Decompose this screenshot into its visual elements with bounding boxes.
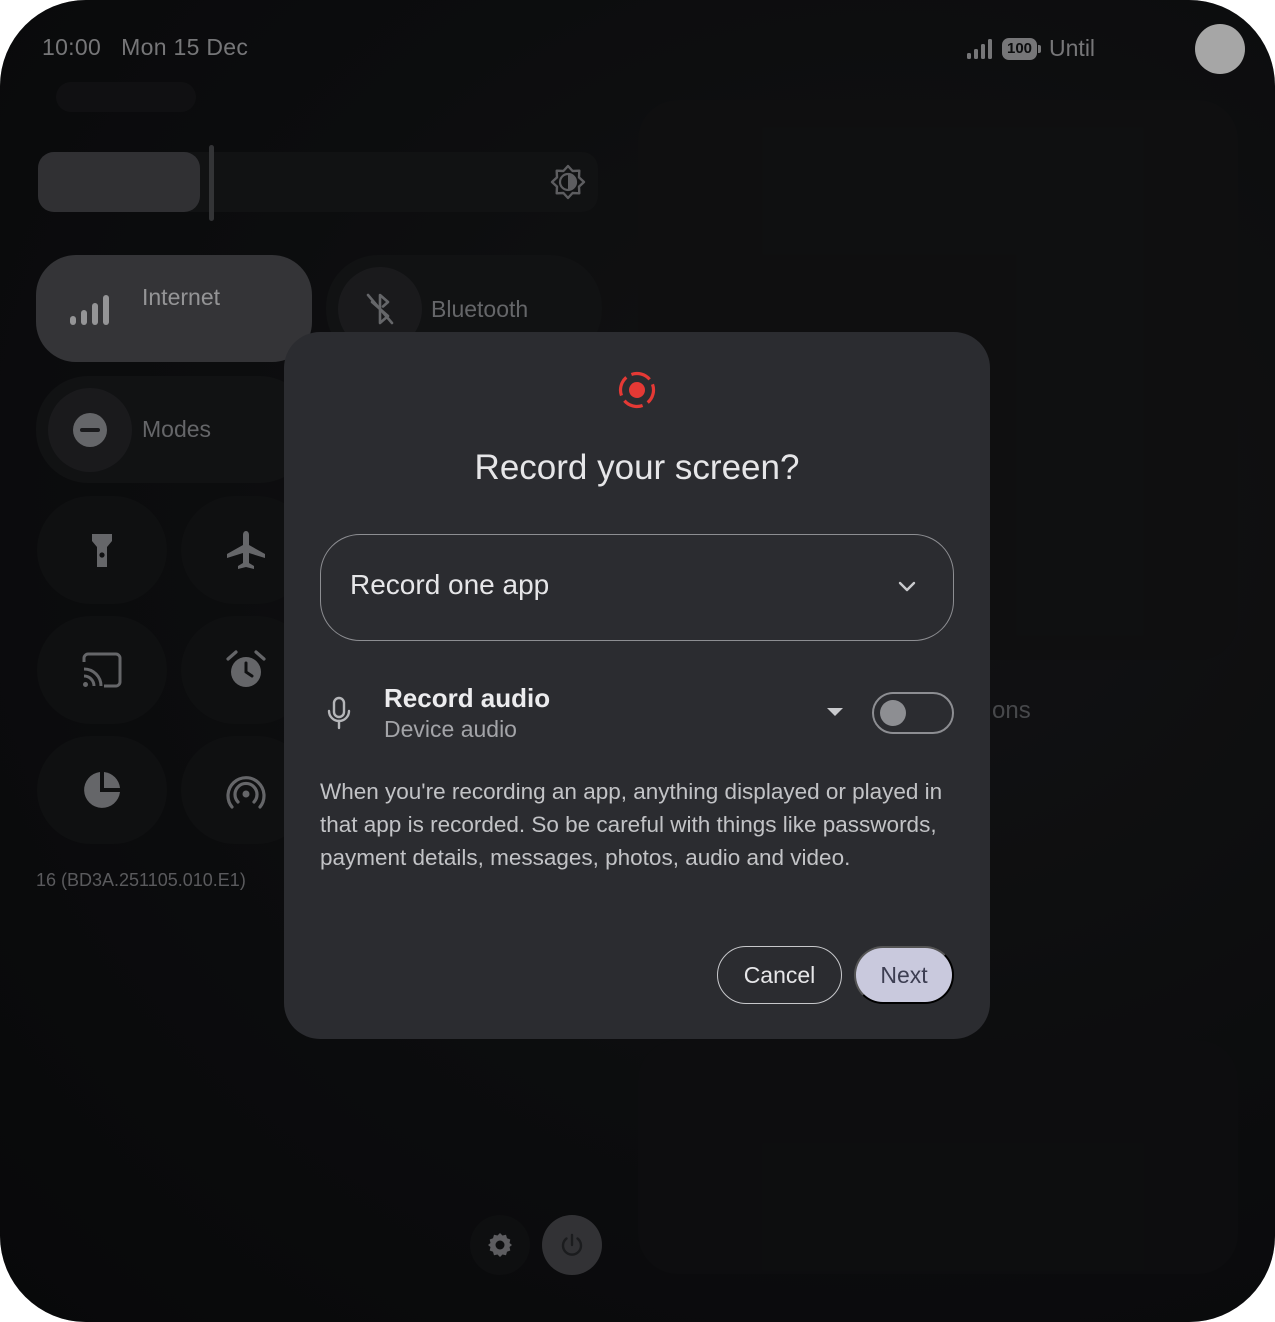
do-not-disturb-icon [73,413,107,447]
brightness-slider-fill [38,152,200,212]
airplane-icon [227,531,265,569]
notification-panel-lower [638,1040,1238,1274]
modes-icon-bg [48,388,132,472]
cancel-button[interactable]: Cancel [717,946,842,1004]
toggle-knob [880,700,906,726]
faint-pill [56,82,196,112]
alarm-icon [226,650,266,687]
gear-icon [488,1233,512,1257]
status-icons: 100 Until [966,35,1095,62]
status-time-date: 10:00 Mon 15 Dec [42,34,248,61]
settings-button[interactable] [470,1215,530,1275]
power-button[interactable] [542,1215,602,1275]
record-mode-value: Record one app [350,569,550,600]
data-saver-icon [84,772,120,808]
audio-source-label: Device audio [384,716,517,742]
hotspot-icon [226,776,266,809]
tile-internet-label: Internet [142,284,220,310]
battery-icon: 100 [1002,37,1042,60]
battery-level: 100 [1002,37,1038,60]
build-number: 16 (BD3A.251105.010.E1) [36,870,246,890]
power-icon [561,1233,583,1256]
status-time: 10:00 [42,34,102,60]
flashlight-icon [92,534,112,567]
microphone-icon [327,696,351,730]
dialog-title: Record your screen? [474,448,800,487]
partial-label: ons [992,697,1031,724]
record-audio-title: Record audio [384,683,551,713]
brightness-icon [550,164,586,200]
chevron-down-icon [898,581,916,592]
screen-record-icon [618,371,656,409]
tile-bluetooth-label: Bluetooth [431,296,529,322]
signal-icon [967,38,992,59]
tile-modes-label: Modes [142,416,212,442]
device-screen: 10:00 Mon 15 Dec 100 Until Internet Blue… [0,0,1275,1322]
recording-warning-text: When you're recording an app, anything d… [320,779,943,870]
status-date: Mon 15 Dec [121,34,249,60]
bluetooth-off-icon [366,293,394,325]
brightness-slider-handle[interactable] [209,145,214,221]
record-audio-toggle[interactable] [872,692,954,734]
internet-signal-icon [70,295,109,325]
cast-icon [82,652,122,688]
tile-cast[interactable] [37,616,167,724]
audio-source-dropdown-arrow[interactable] [827,708,843,716]
tile-data-saver[interactable] [37,736,167,844]
next-button[interactable]: Next [854,946,954,1004]
status-until: Until [1049,35,1096,61]
camera-cutout [1195,24,1245,74]
tile-flashlight[interactable] [37,496,167,604]
